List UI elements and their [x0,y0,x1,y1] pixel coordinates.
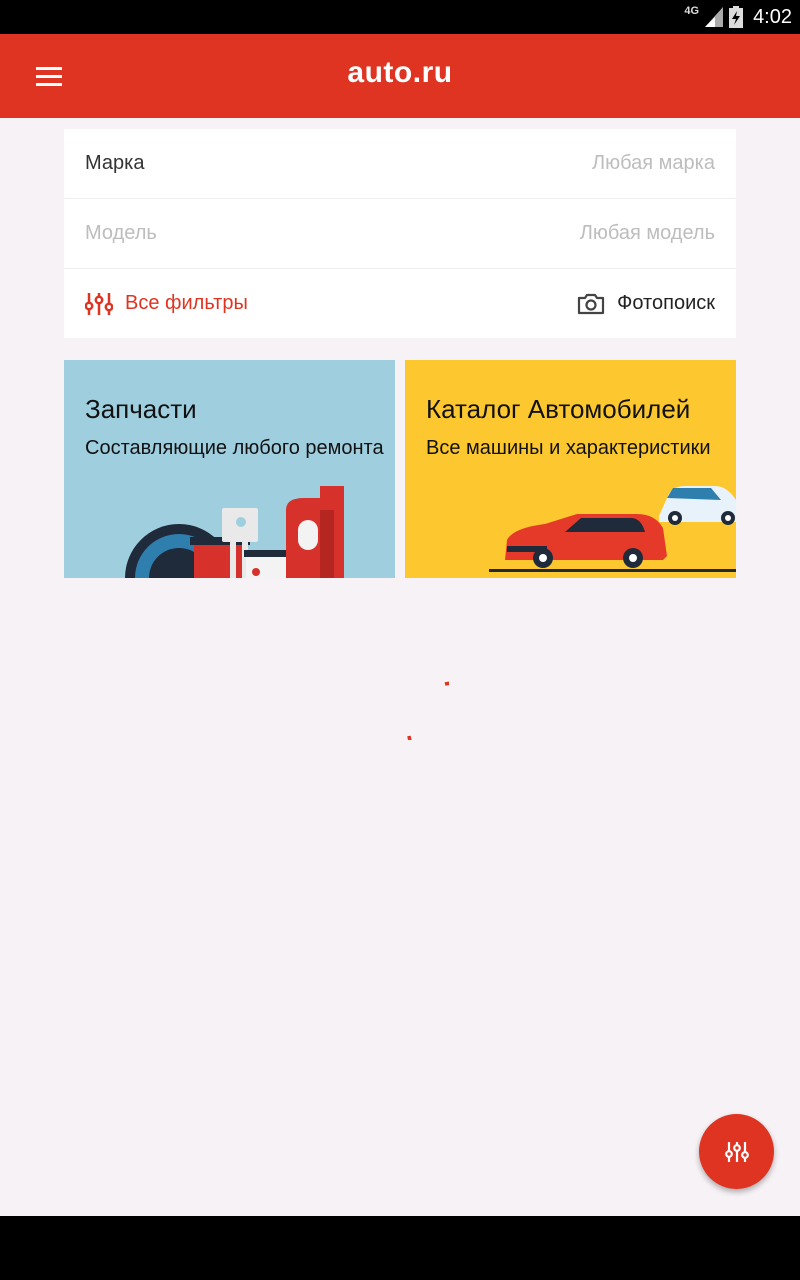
app-bar: auto.ru [0,34,800,118]
search-card: Марка Любая марка Модель Любая модель Вс… [64,129,736,338]
cars-illustration [489,486,736,572]
parts-illustration [125,486,344,578]
actions-row: Все фильтры Фотопоиск [64,269,736,338]
signal-icon [705,7,724,27]
filters-fab[interactable] [699,1114,774,1189]
battery-icon [729,6,744,28]
brand-value: Любая марка [592,152,715,174]
parts-tile[interactable]: Запчасти Составляющие любого ремонта [64,360,395,578]
brand-label: Марка [85,152,145,174]
sliders-icon [85,292,113,315]
model-value: Любая модель [579,222,715,244]
photo-search-label: Фотопоиск [617,292,715,314]
model-label: Модель [85,222,157,244]
clock: 4:02 [753,5,792,28]
loading-spinner [407,681,449,740]
system-nav-bar [0,1216,800,1280]
parts-subtitle: Составляющие любого ремонта [85,437,384,459]
photo-search-button[interactable]: Фотопоиск [577,292,715,315]
network-type: 4G [684,5,700,17]
model-selector[interactable]: Модель Любая модель [64,199,736,268]
all-filters-label: Все фильтры [125,292,248,314]
sliders-icon [724,1141,749,1162]
camera-icon [578,293,605,314]
app-logo: auto.ru [347,56,453,89]
parts-title: Запчасти [85,394,197,424]
catalog-title: Каталог Автомобилей [426,394,691,424]
catalog-subtitle: Все машины и характеристики [426,437,711,459]
brand-selector[interactable]: Марка Любая марка [64,129,736,198]
catalog-tile[interactable]: Каталог Автомобилей Все машины и характе… [405,360,736,578]
all-filters-button[interactable]: Все фильтры [85,292,248,316]
status-bar: 4G 4:02 [0,0,800,34]
